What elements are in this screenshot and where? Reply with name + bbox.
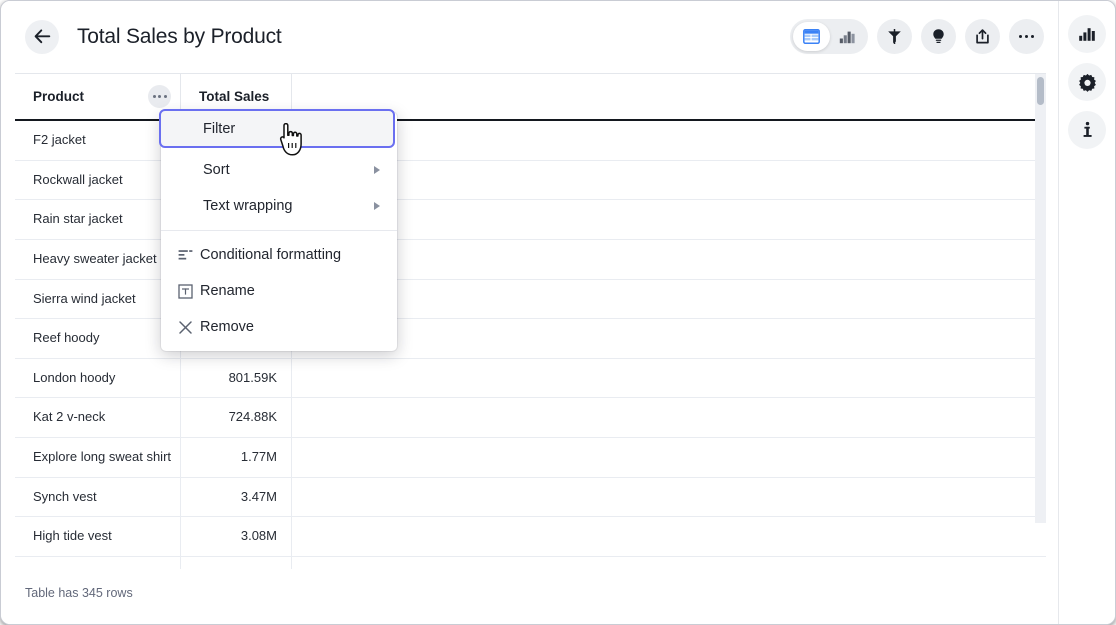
view-table-button[interactable] — [793, 22, 830, 51]
lightbulb-insight-icon — [930, 28, 947, 45]
cell-empty — [292, 398, 1046, 437]
sidebar-item-info[interactable] — [1068, 111, 1106, 149]
cell-empty — [292, 557, 1046, 569]
submenu-arrow-icon — [374, 166, 380, 174]
table-row[interactable]: Kat 2 v-neck724.88K — [15, 398, 1046, 438]
more-options-button[interactable] — [1009, 19, 1044, 54]
cell-total-sales: 1.77M — [181, 438, 292, 477]
table-row[interactable]: Pathwalker vest3.28M — [15, 557, 1046, 569]
funnel-filter-button[interactable] — [877, 19, 912, 54]
menu-item-rename[interactable]: Rename — [161, 273, 397, 309]
submenu-arrow-icon — [374, 202, 380, 210]
cell-product: Explore long sweat shirt — [15, 438, 181, 477]
bar-chart-icon — [1078, 26, 1096, 42]
cell-product: Sierra wind jacket — [15, 280, 181, 319]
cell-product: London hoody — [15, 359, 181, 398]
menu-item-conditional-formatting[interactable]: Conditional formatting — [161, 237, 397, 273]
funnel-filter-icon — [886, 28, 903, 45]
menu-item-text-wrapping[interactable]: Text wrapping — [161, 188, 397, 224]
menu-item-list: Sort Text wrapping Conditional formatting R… — [161, 116, 397, 345]
cell-empty — [292, 478, 1046, 517]
cell-empty — [292, 240, 1046, 279]
back-button[interactable] — [25, 20, 59, 54]
menu-separator — [161, 230, 397, 231]
column-header-empty[interactable] — [292, 74, 1046, 119]
cell-product: Heavy sweater jacket — [15, 240, 181, 279]
right-sidebar — [1058, 1, 1115, 624]
cell-empty — [292, 121, 1046, 160]
insight-button[interactable] — [921, 19, 956, 54]
conditional-format-icon — [178, 249, 200, 262]
menu-item-sort[interactable]: Sort — [161, 152, 397, 188]
column-context-menu: Filter Sort Text wrapping Conditional form… — [161, 112, 397, 351]
header-toolbar — [790, 19, 1044, 54]
column-header-product-label: Product — [33, 89, 84, 104]
cell-product: Kat 2 v-neck — [15, 398, 181, 437]
column-menu-button[interactable] — [148, 85, 171, 108]
bar-chart-view-icon — [839, 29, 856, 44]
more-horizontal-icon — [153, 95, 167, 98]
more-horizontal-icon — [1019, 35, 1034, 38]
cell-product: Synch vest — [15, 478, 181, 517]
cell-empty — [292, 200, 1046, 239]
cell-empty — [292, 319, 1046, 358]
cell-total-sales: 801.59K — [181, 359, 292, 398]
sidebar-item-settings[interactable] — [1068, 63, 1106, 101]
scrollbar-thumb[interactable] — [1037, 77, 1044, 105]
table-row[interactable]: High tide vest3.08M — [15, 517, 1046, 557]
table-row[interactable]: Explore long sweat shirt1.77M — [15, 438, 1046, 478]
menu-item-label: Remove — [200, 319, 254, 335]
column-header-product[interactable]: Product — [15, 74, 181, 119]
info-icon — [1080, 121, 1095, 139]
table-row[interactable]: London hoody801.59K — [15, 359, 1046, 399]
header-bar: Total Sales by Product — [1, 1, 1060, 72]
page-title: Total Sales by Product — [77, 25, 282, 49]
cell-total-sales: 724.88K — [181, 398, 292, 437]
sidebar-item-visualization[interactable] — [1068, 15, 1106, 53]
share-upload-icon — [974, 28, 991, 45]
menu-item-filter[interactable]: Filter — [159, 109, 395, 148]
share-button[interactable] — [965, 19, 1000, 54]
cell-total-sales: 3.08M — [181, 517, 292, 556]
menu-item-label: Text wrapping — [203, 198, 292, 214]
table-vertical-scrollbar[interactable] — [1035, 74, 1046, 523]
table-view-icon — [803, 29, 820, 44]
column-header-total-sales-label: Total Sales — [199, 89, 269, 104]
close-x-icon — [178, 320, 200, 335]
cell-empty — [292, 359, 1046, 398]
view-chart-button[interactable] — [830, 22, 865, 51]
cell-product: Rockwall jacket — [15, 161, 181, 200]
menu-item-label: Rename — [200, 283, 255, 299]
main-panel: Total Sales by Product — [1, 1, 1060, 625]
cell-total-sales: 3.47M — [181, 478, 292, 517]
rename-text-icon — [178, 284, 200, 299]
row-count-label: Table has 345 rows — [25, 586, 133, 600]
gear-icon — [1078, 73, 1097, 92]
cell-empty — [292, 161, 1046, 200]
cell-product: Rain star jacket — [15, 200, 181, 239]
table-row[interactable]: Synch vest3.47M — [15, 478, 1046, 518]
cell-total-sales: 3.28M — [181, 557, 292, 569]
menu-item-label: Conditional formatting — [200, 247, 341, 263]
menu-item-label: Sort — [203, 162, 230, 178]
view-mode-toggle — [790, 19, 868, 54]
cell-empty — [292, 517, 1046, 556]
menu-item-remove[interactable]: Remove — [161, 309, 397, 345]
cell-product: High tide vest — [15, 517, 181, 556]
cell-empty — [292, 438, 1046, 477]
arrow-left-icon — [34, 29, 51, 44]
cell-empty — [292, 280, 1046, 319]
cell-product: F2 jacket — [15, 121, 181, 160]
app-window: Total Sales by Product — [0, 0, 1116, 625]
cell-product: Pathwalker vest — [15, 557, 181, 569]
cell-product: Reef hoody — [15, 319, 181, 358]
